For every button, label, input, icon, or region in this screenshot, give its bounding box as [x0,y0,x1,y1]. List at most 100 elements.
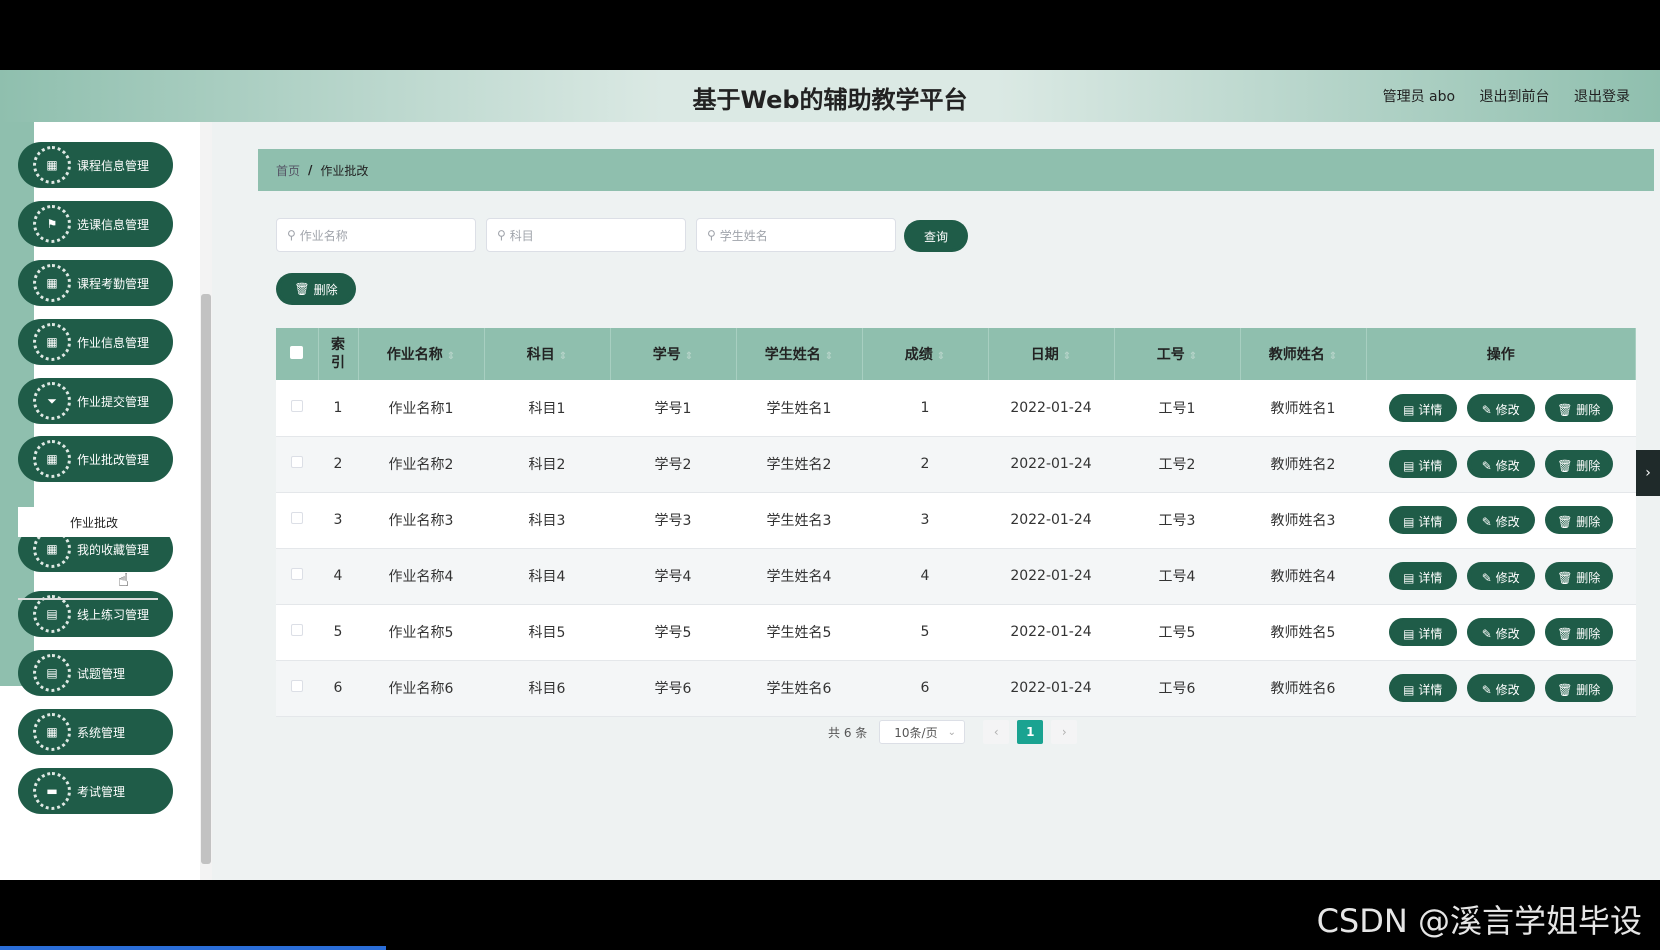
row-select-cell[interactable] [276,436,318,493]
edit-button-label: 修改 [1495,571,1520,585]
detail-button[interactable]: ▤ 详情 [1388,562,1457,590]
header-staff-no[interactable]: 工号 ⇕ [1114,328,1241,380]
breadcrumb-home[interactable]: 首页 [276,162,300,179]
select-all-header[interactable] [276,328,319,380]
sidebar-item[interactable]: ⏷ 作业提交管理 [18,378,173,424]
chevron-right-icon[interactable]: › [1636,450,1660,496]
grid-icon: ▦ [33,713,71,751]
trash-icon: 🗑 [294,282,310,296]
row-select-cell[interactable] [276,604,318,661]
prev-page-button[interactable]: ‹ [983,720,1010,744]
homework-name-input[interactable]: ⚲ 作业名称 [276,218,476,252]
detail-button[interactable]: ▤ 详情 [1388,393,1457,422]
cell-index: 6 [318,660,358,717]
row-checkbox[interactable] [291,456,303,468]
cell-score: 4 [862,548,988,605]
row-checkbox[interactable] [291,624,303,636]
header-student-no[interactable]: 学号 ⇕ [610,328,737,380]
table-row[interactable]: 2 作业名称2 科目2 学号2 学生姓名2 2 2022-01-24 工号2 教师姓名2 ▤ 详情… [276,436,1636,493]
watermark: CSDN @溪言学姐毕设 [1316,902,1642,940]
delete-button-label: 删除 [1576,571,1601,585]
edit-button[interactable]: ✎ 修改 [1466,450,1535,478]
cell-actions: ▤ 详情 ✎ 修改 🗑 删除 [1366,436,1636,493]
row-select-cell[interactable] [276,492,318,549]
sidebar-item[interactable]: ⚑ 选课信息管理 [18,201,173,247]
subject-input[interactable]: ⚲ 科目 [486,218,686,252]
delete-button[interactable]: 🗑 删除 [1544,393,1613,422]
pencil-icon: ✎ [1481,402,1496,417]
cell-staff-no: 工号2 [1114,436,1240,493]
cell-index: 5 [318,604,358,661]
row-select-cell[interactable] [276,380,318,437]
table-row[interactable]: 3 作业名称3 科目3 学号3 学生姓名3 3 2022-01-24 工号3 教师姓名3 ▤ 详情… [276,492,1636,549]
cell-student-no: 学号2 [610,436,736,493]
header-score[interactable]: 成绩 ⇕ [862,328,989,380]
edit-button-label: 修改 [1495,627,1520,641]
cell-staff-no: 工号6 [1114,660,1240,717]
exit-front-link[interactable]: 退出到前台 [1480,89,1550,105]
header-homework-name[interactable]: 作业名称 ⇕ [358,328,485,380]
cell-score: 3 [862,492,988,549]
header-date[interactable]: 日期 ⇕ [988,328,1115,380]
edit-button[interactable]: ✎ 修改 [1466,393,1535,422]
page-current[interactable]: 1 [1017,720,1044,744]
table-row[interactable]: 4 作业名称4 科目4 学号4 学生姓名4 4 2022-01-24 工号4 教师姓名4 ▤ 详情… [276,548,1636,605]
logout-link[interactable]: 退出登录 [1574,89,1630,105]
sidebar-item[interactable]: ▦ 作业批改管理 [18,436,173,482]
clipboard-icon: ▤ [33,654,71,692]
row-checkbox[interactable] [291,512,303,524]
delete-button[interactable]: 🗑 删除 [1544,618,1613,646]
delete-button[interactable]: 🗑 删除 [1544,674,1613,702]
detail-button[interactable]: ▤ 详情 [1388,506,1457,534]
delete-button[interactable]: 🗑 删除 [1544,506,1613,534]
query-button[interactable]: 查询 [904,220,968,252]
clipboard-icon: ▤ [33,595,71,633]
header-subject[interactable]: 科目 ⇕ [484,328,611,380]
page-size-select[interactable]: 10条/页 ⌄ [879,720,966,744]
table-row[interactable]: 6 作业名称6 科目6 学号6 学生姓名6 6 2022-01-24 工号6 教师姓名6 ▤ 详情… [276,660,1636,717]
row-checkbox[interactable] [291,680,303,692]
delete-button[interactable]: 🗑 删除 [1544,450,1613,478]
table-row[interactable]: 5 作业名称5 科目5 学号5 学生姓名5 5 2022-01-24 工号5 教师姓名5 ▤ 详情… [276,604,1636,661]
sidebar-item-label: 课程信息管理 [77,158,150,173]
row-select-cell[interactable] [276,548,318,605]
cell-date: 2022-01-24 [988,492,1114,549]
detail-button[interactable]: ▤ 详情 [1388,450,1457,478]
header-teacher[interactable]: 教师姓名 ⇕ [1240,328,1367,380]
sidebar-item[interactable]: ▤ 试题管理 [18,650,173,696]
cell-subject: 科目4 [484,548,610,605]
cell-student-no: 学号5 [610,604,736,661]
table-row[interactable]: 1 作业名称1 科目1 学号1 学生姓名1 1 2022-01-24 工号1 教师姓名1 ▤ 详情… [276,380,1636,437]
sidebar-item[interactable]: ▬ 考试管理 [18,768,173,814]
delete-button[interactable]: 🗑 删除 [1544,562,1613,590]
sidebar-item[interactable]: ▦ 课程考勤管理 [18,260,173,306]
edit-button-label: 修改 [1495,683,1520,697]
sidebar-item[interactable]: ▦ 课程信息管理 [18,142,173,188]
batch-delete-button[interactable]: 🗑 删除 [276,273,356,305]
row-select-cell[interactable] [276,660,318,717]
sidebar-item[interactable]: ▦ 系统管理 [18,709,173,755]
edit-button[interactable]: ✎ 修改 [1466,618,1535,646]
video-progress-bar[interactable] [0,946,386,950]
select-all-checkbox[interactable] [290,345,304,359]
edit-button[interactable]: ✎ 修改 [1466,506,1535,534]
header-student-name[interactable]: 学生姓名 ⇕ [736,328,863,380]
cell-subject: 科目1 [484,380,610,437]
sidebar-item[interactable]: ▦ 作业信息管理 [18,319,173,365]
sidebar-subitem-homework-grading[interactable]: 作业批改 [18,507,173,537]
top-bar: 基于Web的辅助教学平台 管理员 abo 退出到前台 退出登录 [0,70,1660,122]
search-icon: ⚲ [707,228,716,242]
edit-button[interactable]: ✎ 修改 [1466,674,1535,702]
row-checkbox[interactable] [291,399,303,412]
detail-button[interactable]: ▤ 详情 [1388,618,1457,646]
row-checkbox[interactable] [291,568,303,580]
edit-button[interactable]: ✎ 修改 [1466,562,1535,590]
sidebar-scroll-thumb[interactable] [201,294,211,864]
cell-name: 作业名称6 [358,660,484,717]
detail-button[interactable]: ▤ 详情 [1388,674,1457,702]
cell-staff-no: 工号5 [1114,604,1240,661]
student-name-input[interactable]: ⚲ 学生姓名 [696,218,896,252]
grid-icon: ▦ [33,323,71,361]
document-icon: ▤ [1403,402,1419,417]
next-page-button[interactable]: › [1051,720,1078,744]
